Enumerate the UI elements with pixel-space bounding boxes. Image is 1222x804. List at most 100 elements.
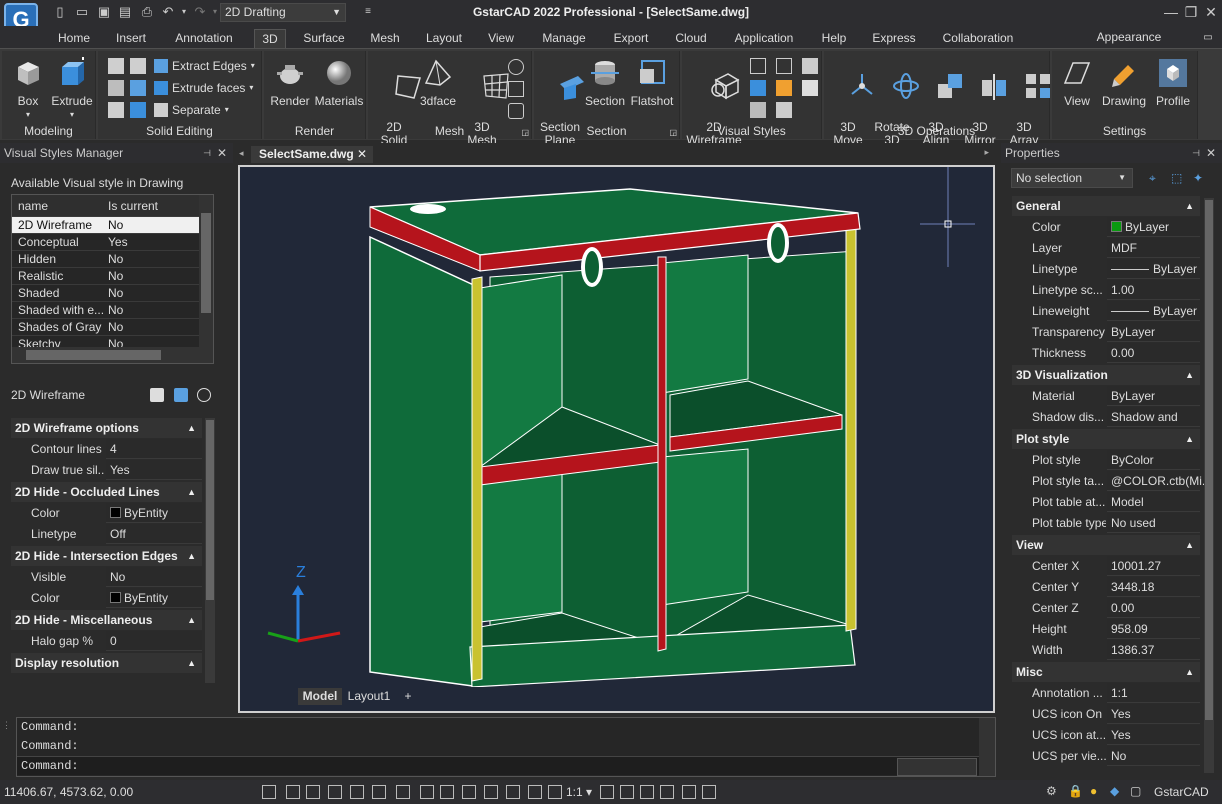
- property-row[interactable]: Center Z 0.00: [1012, 598, 1200, 619]
- tab-layout[interactable]: Layout: [418, 29, 470, 48]
- tab-cloud[interactable]: Cloud: [668, 29, 714, 48]
- osnap-icon[interactable]: [350, 785, 364, 799]
- lweight-icon[interactable]: [462, 785, 476, 799]
- property-row[interactable]: Color ByEntity: [11, 588, 202, 609]
- export-style-icon[interactable]: [197, 388, 211, 402]
- select-objects-icon[interactable]: ⬚: [1171, 171, 1185, 185]
- workspace-icon[interactable]: [640, 785, 654, 799]
- tab-manage[interactable]: Manage: [534, 29, 594, 48]
- section-button[interactable]: Section: [582, 57, 628, 108]
- close-icon[interactable]: ✕: [1206, 143, 1216, 163]
- redo-icon[interactable]: ↷: [192, 4, 208, 20]
- list-item[interactable]: Shaded No: [12, 285, 200, 302]
- property-row[interactable]: Annotation ... 1:1: [1012, 683, 1200, 704]
- property-row[interactable]: Height 958.09: [1012, 619, 1200, 640]
- flatshot-button[interactable]: Flatshot: [628, 57, 676, 108]
- close-icon[interactable]: ✕: [1200, 2, 1222, 22]
- tab-3d[interactable]: 3D: [254, 29, 286, 48]
- property-row[interactable]: UCS icon On Yes: [1012, 704, 1200, 725]
- property-row[interactable]: Center Y 3448.18: [1012, 577, 1200, 598]
- property-row[interactable]: UCS per vie... No: [1012, 746, 1200, 767]
- tab-model[interactable]: Model: [298, 688, 342, 705]
- ortho-icon[interactable]: [306, 785, 320, 799]
- property-row[interactable]: Linetype Off: [11, 524, 202, 545]
- property-group-header[interactable]: 2D Hide - Occluded Lines ▲: [11, 482, 202, 502]
- subtract-icon[interactable]: [130, 58, 146, 74]
- profile-button[interactable]: Profile: [1150, 57, 1196, 108]
- close-tab-icon[interactable]: ✕: [357, 146, 367, 163]
- tab-mesh[interactable]: Mesh: [362, 29, 408, 48]
- property-row[interactable]: UCS icon at... Yes: [1012, 725, 1200, 746]
- property-row[interactable]: Transparency ByLayer: [1012, 322, 1200, 343]
- box-button[interactable]: Box ▾: [8, 57, 48, 121]
- property-row[interactable]: Thickness 0.00: [1012, 343, 1200, 364]
- polar-icon[interactable]: [328, 785, 342, 799]
- panel-launcher-icon[interactable]: ◲: [521, 128, 529, 137]
- 3dface-button[interactable]: 3dface: [416, 57, 460, 108]
- 3dosnap-icon[interactable]: [396, 785, 410, 799]
- property-row[interactable]: Plot style ta... @COLOR.ctb(Mi...: [1012, 471, 1212, 492]
- property-group-header[interactable]: 2D Hide - Miscellaneous ▲: [11, 610, 202, 630]
- sketchy-style-icon[interactable]: [750, 102, 766, 118]
- save-as-icon[interactable]: ▤: [117, 4, 133, 20]
- annotation-scale[interactable]: 1:1 ▾: [566, 785, 592, 799]
- conceptual-style-icon[interactable]: [776, 80, 792, 96]
- property-group-header[interactable]: Plot style ▲: [1012, 429, 1200, 449]
- property-row[interactable]: Plot table type No used: [1012, 513, 1200, 534]
- realistic-style-icon[interactable]: [750, 80, 766, 96]
- open-folder-icon[interactable]: ▭: [74, 4, 90, 20]
- gizmo-icon[interactable]: [528, 785, 542, 799]
- tab-view[interactable]: View: [480, 29, 522, 48]
- document-tab[interactable]: SelectSame.dwg ✕: [251, 146, 373, 163]
- quick-select-icon[interactable]: ✦: [1193, 171, 1207, 185]
- add-layout-button[interactable]: +: [400, 688, 416, 705]
- tabulated-mesh-icon[interactable]: [508, 81, 524, 97]
- interfere-icon[interactable]: [130, 80, 146, 96]
- grid-icon[interactable]: [262, 785, 276, 799]
- drawing-viewport[interactable]: Z: [238, 165, 995, 713]
- fullscreen-icon[interactable]: ▢: [1130, 784, 1144, 798]
- table-scrollbar[interactable]: [199, 195, 213, 347]
- list-item[interactable]: Conceptual Yes: [12, 234, 200, 251]
- property-row[interactable]: Width 1386.37: [1012, 640, 1200, 661]
- otrack-icon[interactable]: [372, 785, 386, 799]
- property-row[interactable]: Visible No: [11, 567, 202, 588]
- lock-icon[interactable]: 🔒: [1068, 784, 1083, 798]
- property-row[interactable]: Linetype sc... 1.00: [1012, 280, 1200, 301]
- materials-button[interactable]: Materials: [314, 57, 364, 108]
- tab-annotation[interactable]: Annotation: [166, 29, 242, 48]
- customize-quick-access-icon[interactable]: ≡: [360, 4, 376, 20]
- annotation-monitor-icon[interactable]: [600, 785, 614, 799]
- property-group-header[interactable]: View ▲: [1012, 535, 1200, 555]
- gray-style-icon[interactable]: [802, 80, 818, 96]
- union-icon[interactable]: [108, 58, 124, 74]
- save-icon[interactable]: ▣: [96, 4, 112, 20]
- property-row[interactable]: Color ByEntity: [11, 503, 202, 524]
- xray-style-icon[interactable]: [776, 102, 792, 118]
- ducs-icon[interactable]: [420, 785, 434, 799]
- property-row[interactable]: Shadow dis...Shadow and rec...: [1012, 407, 1200, 445]
- property-group-header[interactable]: General ▲: [1012, 196, 1200, 216]
- extrude-button[interactable]: Extrude ▾: [50, 57, 94, 121]
- property-row[interactable]: Halo gap % 0: [11, 631, 202, 652]
- command-handle-icon[interactable]: ⋮: [2, 720, 12, 776]
- property-row[interactable]: Plot table at... Model: [1012, 492, 1200, 513]
- transparency-icon[interactable]: [484, 785, 498, 799]
- pin-icon[interactable]: ⊣: [1192, 143, 1200, 163]
- hardware-accel-icon[interactable]: [682, 785, 696, 799]
- panel-launcher-icon[interactable]: ◲: [669, 128, 677, 137]
- property-row[interactable]: Layer MDF: [1012, 238, 1200, 259]
- property-row[interactable]: Plot style ByColor: [1012, 450, 1200, 471]
- tab-menu-icon[interactable]: ◂: [239, 148, 244, 159]
- property-row[interactable]: Center X 10001.27: [1012, 556, 1200, 577]
- clean-screen-icon[interactable]: [702, 785, 716, 799]
- dyn-icon[interactable]: [440, 785, 454, 799]
- undo-dropdown-icon[interactable]: ▾: [176, 4, 192, 20]
- list-item[interactable]: Realistic No: [12, 268, 200, 285]
- gear-icon[interactable]: ⚙: [1046, 784, 1060, 798]
- selection-cycling-icon[interactable]: [506, 785, 520, 799]
- isolate-objects-icon[interactable]: [660, 785, 674, 799]
- qp-icon[interactable]: [548, 785, 562, 799]
- view-button[interactable]: View: [1056, 57, 1098, 108]
- thicken-icon[interactable]: [130, 102, 146, 118]
